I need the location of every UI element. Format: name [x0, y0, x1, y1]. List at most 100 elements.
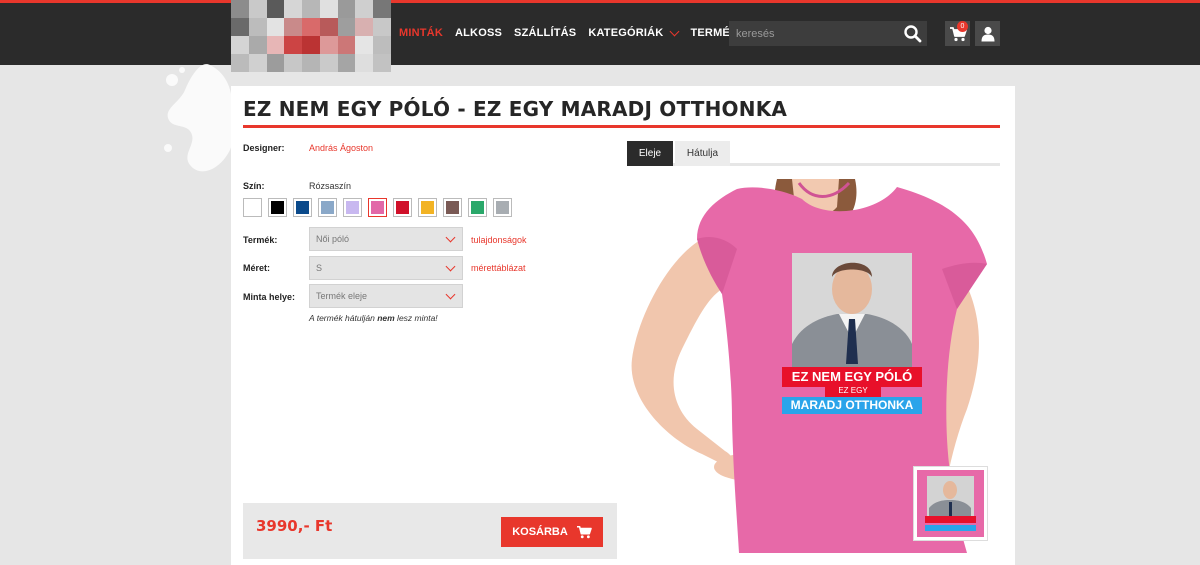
select-value: S: [316, 263, 323, 273]
color-swatch[interactable]: [468, 198, 487, 217]
swatch-color: [271, 201, 284, 214]
nav-label: SZÁLLÍTÁS: [514, 27, 577, 39]
swatch-color: [471, 201, 484, 214]
search-box: [729, 21, 927, 46]
color-swatch[interactable]: [343, 198, 362, 217]
logo-pixel: [248, 0, 267, 18]
logo-pixel: [248, 18, 267, 36]
nav-alkoss[interactable]: ALKOSS: [455, 27, 502, 39]
design-thumbnail-art: [917, 470, 984, 537]
swatch-color: [371, 201, 384, 214]
logo-pixel: [373, 54, 391, 72]
color-swatch[interactable]: [293, 198, 312, 217]
color-swatch[interactable]: [368, 198, 387, 217]
title-underline: [243, 125, 1000, 128]
logo-pixel: [284, 18, 303, 36]
chevron-down-icon: [445, 261, 456, 272]
logo-pixel: [266, 36, 285, 54]
user-button[interactable]: [975, 21, 1000, 46]
cart-count-badge: 0: [957, 21, 968, 32]
color-swatch[interactable]: [243, 198, 262, 217]
logo-pixel: [373, 36, 391, 54]
logo-pixel: [319, 0, 338, 18]
site-logo-pixelated[interactable]: [231, 0, 391, 72]
logo-pixel: [373, 18, 391, 36]
logo-pixel: [355, 36, 374, 54]
select-value: Termék eleje: [316, 291, 368, 301]
swatch-color: [346, 201, 359, 214]
logo-pixel: [355, 0, 374, 18]
cart-icon: [576, 525, 592, 539]
swatch-color: [421, 201, 434, 214]
logo-pixel: [302, 18, 320, 36]
tab-back[interactable]: Hátulja: [675, 141, 730, 166]
size-label: Méret:: [243, 263, 271, 273]
logo-pixel: [231, 36, 249, 54]
swatch-color: [321, 201, 334, 214]
size-select[interactable]: S: [309, 256, 463, 280]
search-icon[interactable]: [903, 24, 923, 44]
size-chart-link[interactable]: mérettáblázat: [471, 263, 526, 273]
placement-select[interactable]: Termék eleje: [309, 284, 463, 308]
color-swatch[interactable]: [268, 198, 287, 217]
logo-pixel: [319, 54, 338, 72]
logo-pixel: [248, 54, 267, 72]
logo-pixel: [355, 18, 374, 36]
logo-pixel: [284, 36, 303, 54]
properties-link[interactable]: tulajdonságok: [471, 235, 527, 245]
search-input[interactable]: [729, 21, 899, 46]
user-icon: [981, 26, 994, 41]
swatch-color: [446, 201, 459, 214]
print-line-2: EZ EGY: [838, 386, 868, 395]
logo-pixel: [355, 54, 374, 72]
swatch-color: [296, 201, 309, 214]
logo-pixel: [337, 36, 356, 54]
logo-pixel: [302, 36, 320, 54]
tab-front[interactable]: Eleje: [627, 141, 673, 166]
logo-pixel: [248, 36, 267, 54]
design-thumbnail[interactable]: [913, 466, 988, 541]
logo-pixel: [337, 18, 356, 36]
logo-pixel: [266, 54, 285, 72]
paint-splash-decoration: [164, 64, 235, 172]
logo-pixel: [231, 0, 249, 18]
color-label: Szín:: [243, 181, 265, 191]
designer-link[interactable]: András Ágoston: [309, 143, 373, 153]
color-swatch[interactable]: [393, 198, 412, 217]
logo-pixel: [337, 0, 356, 18]
product-type-select[interactable]: Női póló: [309, 227, 463, 251]
logo-pixel: [302, 0, 320, 18]
back-print-note: A termék hátulján nem lesz minta!: [309, 313, 438, 323]
add-to-cart-label: KOSÁRBA: [512, 526, 568, 538]
color-swatch[interactable]: [418, 198, 437, 217]
print-line-3: MARADJ OTTHONKA: [790, 398, 914, 412]
logo-pixel: [302, 54, 320, 72]
product-type-label: Termék:: [243, 235, 278, 245]
nav-kategoriak[interactable]: KATEGÓRIÁK: [588, 26, 680, 39]
header-accent-line: [0, 0, 1200, 3]
color-swatch[interactable]: [443, 198, 462, 217]
chevron-down-icon: [445, 289, 456, 300]
color-swatch[interactable]: [318, 198, 337, 217]
nav-label: ALKOSS: [454, 27, 503, 39]
price: 3990,- Ft: [256, 517, 333, 535]
print-line-1: EZ NEM EGY PÓLÓ: [791, 369, 913, 384]
color-value: Rózsaszín: [309, 181, 352, 191]
logo-pixel: [373, 0, 391, 18]
designer-label: Designer:: [243, 143, 285, 153]
logo-pixel: [266, 18, 285, 36]
product-title: EZ NEM EGY PÓLÓ - EZ EGY MARADJ OTTHONKA: [243, 97, 788, 121]
logo-pixel: [319, 36, 338, 54]
nav-szallitas[interactable]: SZÁLLÍTÁS: [514, 27, 576, 39]
logo-pixel: [319, 18, 338, 36]
color-swatch[interactable]: [493, 198, 512, 217]
add-to-cart-button[interactable]: KOSÁRBA: [501, 517, 603, 547]
logo-pixel: [231, 18, 249, 36]
chevron-down-icon: [445, 232, 456, 243]
nav-label: KATEGÓRIÁK: [588, 27, 664, 39]
swatch-color: [246, 201, 259, 214]
nav-mintak[interactable]: MINTÁK: [399, 27, 443, 39]
swatch-color: [496, 201, 509, 214]
logo-pixel: [284, 0, 303, 18]
select-value: Női póló: [316, 234, 350, 244]
